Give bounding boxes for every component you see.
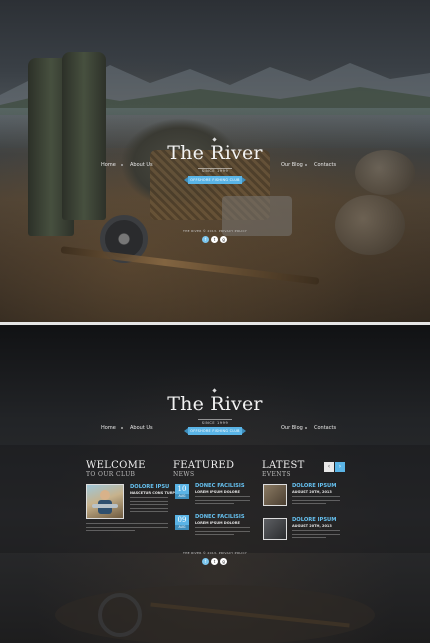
nav-about[interactable]: About Us [130,162,153,168]
news-date-badge: 10 AUG [175,484,189,499]
featured-subtitle: NEWS [173,471,195,478]
google-plus-icon[interactable]: g [220,236,227,243]
news-heading[interactable]: DONEC FACILISIS [195,514,245,520]
facebook-icon[interactable]: f [202,558,209,565]
welcome-subtitle: TO OUR CLUB [86,471,136,478]
news-month: AUG [175,494,189,499]
welcome-heading[interactable]: DOLORE IPSU [130,484,169,490]
news-day: 09 [177,516,187,524]
rock-image [355,150,415,195]
events-subtitle: EVENTS [262,471,291,478]
site-logo[interactable]: The River [155,393,275,415]
welcome-text-lines [86,523,168,534]
twitter-icon[interactable]: t [211,558,218,565]
news-day: 10 [177,485,187,493]
boot-image [62,52,106,220]
social-links: f t g [202,236,227,243]
social-links: f t g [202,558,227,565]
nav-about[interactable]: About Us [130,425,153,431]
welcome-text-lines [130,497,168,515]
events-pager: ‹ › [324,462,345,472]
facebook-icon[interactable]: f [202,236,209,243]
nav-separator [121,427,123,429]
tackle-backdrop [55,585,375,643]
nav-separator [305,164,307,166]
copyright-text: THE RIVER © 2013. PRIVACY POLICY [182,229,248,233]
twitter-icon[interactable]: t [211,236,218,243]
event-photo[interactable] [263,484,287,506]
featured-title: FEATURED [173,460,235,471]
logo-ornament [212,388,217,393]
logo-rule [198,419,232,420]
prev-arrow-icon[interactable]: ‹ [324,462,334,472]
event-text-lines [292,496,340,507]
nav-blog[interactable]: Our Blog [281,162,303,168]
rock-image [335,195,405,255]
hero-slide: The River SINCE 1999 OFFSHORE FISHING CL… [0,0,430,322]
events-title: LATEST [262,460,305,471]
site-logo[interactable]: The River [155,142,275,164]
nav-separator [121,164,123,166]
since-label: SINCE 1999 [201,169,229,173]
news-date-badge: 09 AUG [175,515,189,530]
news-month: AUG [175,525,189,530]
event-heading[interactable]: DOLORE IPSUM [292,483,336,489]
rod-image [60,246,320,285]
nav-separator [305,427,307,429]
news-meta: LOREM IPSUM DOLORE [195,490,240,494]
news-text-lines [195,527,250,538]
fisherman-image [92,490,118,514]
since-label: SINCE 1999 [201,421,229,425]
next-arrow-icon[interactable]: › [335,462,345,472]
news-text-lines [195,496,250,507]
nav-blog[interactable]: Our Blog [281,425,303,431]
tagline-ribbon: OFFSHORE FISHING CLUB [184,427,246,435]
copyright-text: THE RIVER © 2013. PRIVACY POLICY [182,551,248,555]
nav-home[interactable]: Home [101,425,116,431]
event-photo[interactable] [263,518,287,540]
event-meta: AUGUST 20TH, 2013 [292,524,332,528]
welcome-photo[interactable] [86,484,124,519]
news-heading[interactable]: DONEC FACILISIS [195,483,245,489]
tagline-ribbon: OFFSHORE FISHING CLUB [184,176,246,184]
welcome-title: WELCOME [86,460,146,471]
google-plus-icon[interactable]: g [220,558,227,565]
nav-home[interactable]: Home [101,162,116,168]
welcome-meta: NASCETUR CONS TURPIS [130,491,179,495]
event-heading[interactable]: DOLORE IPSUM [292,517,336,523]
event-text-lines [292,530,340,541]
nav-contacts[interactable]: Contacts [314,425,336,431]
news-meta: LOREM IPSUM DOLORE [195,521,240,525]
nav-contacts[interactable]: Contacts [314,162,336,168]
event-meta: AUGUST 20TH, 2013 [292,490,332,494]
